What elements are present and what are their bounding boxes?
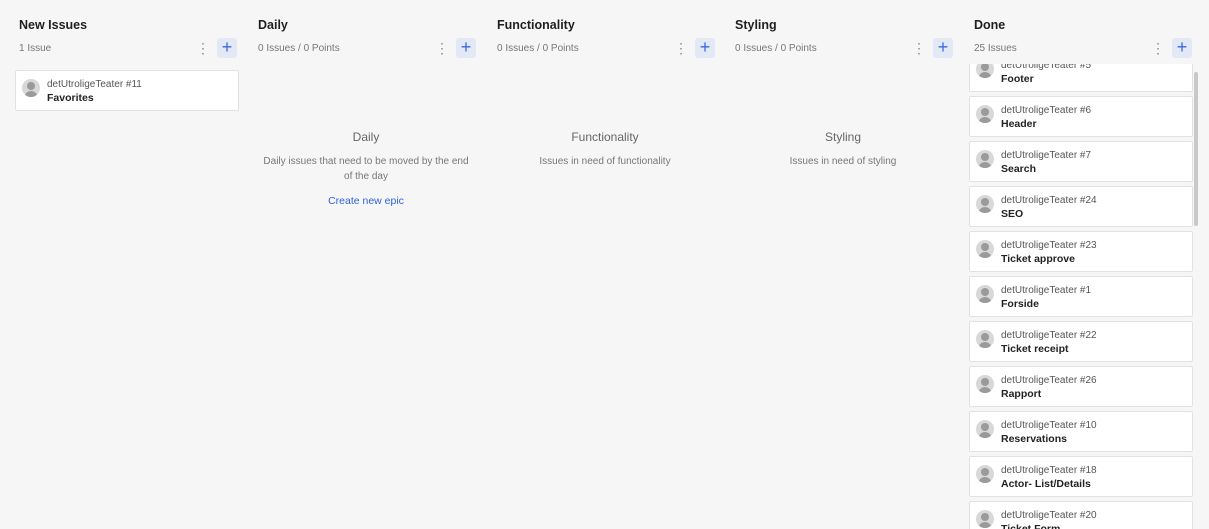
issue-title: Reservations xyxy=(1001,433,1067,445)
user-avatar-icon xyxy=(976,465,994,483)
issue-reference: detUtroligeTeater #22 xyxy=(1001,330,1097,341)
column-functionality: Functionality 0 Issues / 0 Points ⋮ + Fu… xyxy=(497,0,717,529)
issue-reference: detUtroligeTeater #6 xyxy=(1001,105,1092,116)
user-avatar-icon xyxy=(976,195,994,213)
issue-reference: detUtroligeTeater #5 xyxy=(1001,64,1092,71)
create-new-epic-link[interactable]: Create new epic xyxy=(258,195,474,207)
done-issue-list[interactable]: detUtroligeTeater #5 Footer detUtroligeTea… xyxy=(969,64,1193,529)
issue-card[interactable]: detUtroligeTeater #5 Footer xyxy=(969,64,1193,92)
user-avatar-icon xyxy=(976,510,994,528)
issue-card[interactable]: detUtroligeTeater #10 Reservations xyxy=(969,411,1193,452)
column-options-icon[interactable]: ⋮ xyxy=(196,40,210,56)
issue-reference: detUtroligeTeater #11 xyxy=(47,79,142,90)
column-issue-count: 0 Issues / 0 Points xyxy=(258,43,340,54)
column-issue-count: 1 Issue xyxy=(19,43,52,54)
issue-card[interactable]: detUtroligeTeater #6 Header xyxy=(969,96,1193,137)
issue-board: New Issues 1 Issue ⋮ + detUtroligeTeater… xyxy=(0,0,1209,529)
issue-card[interactable]: detUtroligeTeater #24 SEO xyxy=(969,186,1193,227)
issue-reference: detUtroligeTeater #24 xyxy=(1001,195,1097,206)
empty-state-description: Issues in need of styling xyxy=(789,156,897,167)
empty-state: Daily Daily issues that need to be moved… xyxy=(258,130,474,207)
issue-title: Rapport xyxy=(1001,388,1042,400)
issue-title: Favorites xyxy=(47,92,94,104)
column-options-icon[interactable]: ⋮ xyxy=(674,40,688,56)
user-avatar-icon xyxy=(976,105,994,123)
issue-reference: detUtroligeTeater #10 xyxy=(1001,420,1097,431)
user-avatar-icon xyxy=(976,240,994,258)
issue-reference: detUtroligeTeater #1 xyxy=(1001,285,1092,296)
issue-reference: detUtroligeTeater #26 xyxy=(1001,375,1097,386)
issue-title: Ticket Form xyxy=(1001,523,1061,529)
column-title: Done xyxy=(974,18,1006,32)
user-avatar-icon xyxy=(976,330,994,348)
issue-card[interactable]: detUtroligeTeater #7 Search xyxy=(969,141,1193,182)
user-avatar-icon xyxy=(22,79,40,97)
column-new-issues: New Issues 1 Issue ⋮ + detUtroligeTeater… xyxy=(15,0,239,529)
add-issue-button[interactable]: + xyxy=(217,38,237,58)
user-avatar-icon xyxy=(976,285,994,303)
issue-reference: detUtroligeTeater #23 xyxy=(1001,240,1097,251)
empty-state-title: Daily xyxy=(352,130,380,144)
add-issue-button[interactable]: + xyxy=(933,38,953,58)
add-issue-button[interactable]: + xyxy=(1172,38,1192,58)
column-issue-count: 0 Issues / 0 Points xyxy=(735,43,817,54)
issue-title: Header xyxy=(1001,118,1037,130)
empty-state-title: Functionality xyxy=(571,130,639,144)
column-daily: Daily 0 Issues / 0 Points ⋮ + Daily Dail… xyxy=(258,0,478,529)
user-avatar-icon xyxy=(976,375,994,393)
user-avatar-icon xyxy=(976,420,994,438)
issue-title: Search xyxy=(1001,163,1037,175)
issue-reference: detUtroligeTeater #18 xyxy=(1001,465,1097,476)
issue-card[interactable]: detUtroligeTeater #18 Actor- List/Details xyxy=(969,456,1193,497)
done-list-scrollbar[interactable] xyxy=(1194,72,1198,226)
issue-title: SEO xyxy=(1001,208,1024,220)
column-styling: Styling 0 Issues / 0 Points ⋮ + Styling … xyxy=(735,0,955,529)
issue-title: Actor- List/Details xyxy=(1001,478,1091,490)
column-issue-count: 25 Issues xyxy=(974,43,1017,54)
issue-title: Ticket approve xyxy=(1001,253,1075,265)
column-options-icon[interactable]: ⋮ xyxy=(1151,40,1165,56)
issue-card[interactable]: detUtroligeTeater #20 Ticket Form xyxy=(969,501,1193,529)
issue-reference: detUtroligeTeater #20 xyxy=(1001,510,1097,521)
issue-card[interactable]: detUtroligeTeater #23 Ticket approve xyxy=(969,231,1193,272)
issue-card[interactable]: detUtroligeTeater #26 Rapport xyxy=(969,366,1193,407)
user-avatar-icon xyxy=(976,150,994,168)
issue-card[interactable]: detUtroligeTeater #1 Forside xyxy=(969,276,1193,317)
column-title: New Issues xyxy=(19,18,88,32)
column-title: Daily xyxy=(258,18,288,32)
column-options-icon[interactable]: ⋮ xyxy=(435,40,449,56)
empty-state-description: Daily issues that need to be moved by th… xyxy=(263,156,469,182)
column-title: Styling xyxy=(735,18,777,32)
column-issue-count: 0 Issues / 0 Points xyxy=(497,43,579,54)
issue-title: Ticket receipt xyxy=(1001,343,1069,355)
issue-title: Forside xyxy=(1001,298,1039,310)
issue-card[interactable]: detUtroligeTeater #22 Ticket receipt xyxy=(969,321,1193,362)
empty-state: Functionality Issues in need of function… xyxy=(497,130,713,169)
issue-card[interactable]: detUtroligeTeater #11 Favorites xyxy=(15,70,239,111)
add-issue-button[interactable]: + xyxy=(695,38,715,58)
user-avatar-icon xyxy=(976,64,994,78)
column-title: Functionality xyxy=(497,18,575,32)
empty-state-title: Styling xyxy=(824,130,862,144)
column-options-icon[interactable]: ⋮ xyxy=(912,40,926,56)
issue-reference: detUtroligeTeater #7 xyxy=(1001,150,1092,161)
empty-state-description: Issues in need of functionality xyxy=(539,156,671,167)
add-issue-button[interactable]: + xyxy=(456,38,476,58)
issue-title: Footer xyxy=(1001,73,1034,85)
empty-state: Styling Issues in need of styling xyxy=(735,130,951,169)
